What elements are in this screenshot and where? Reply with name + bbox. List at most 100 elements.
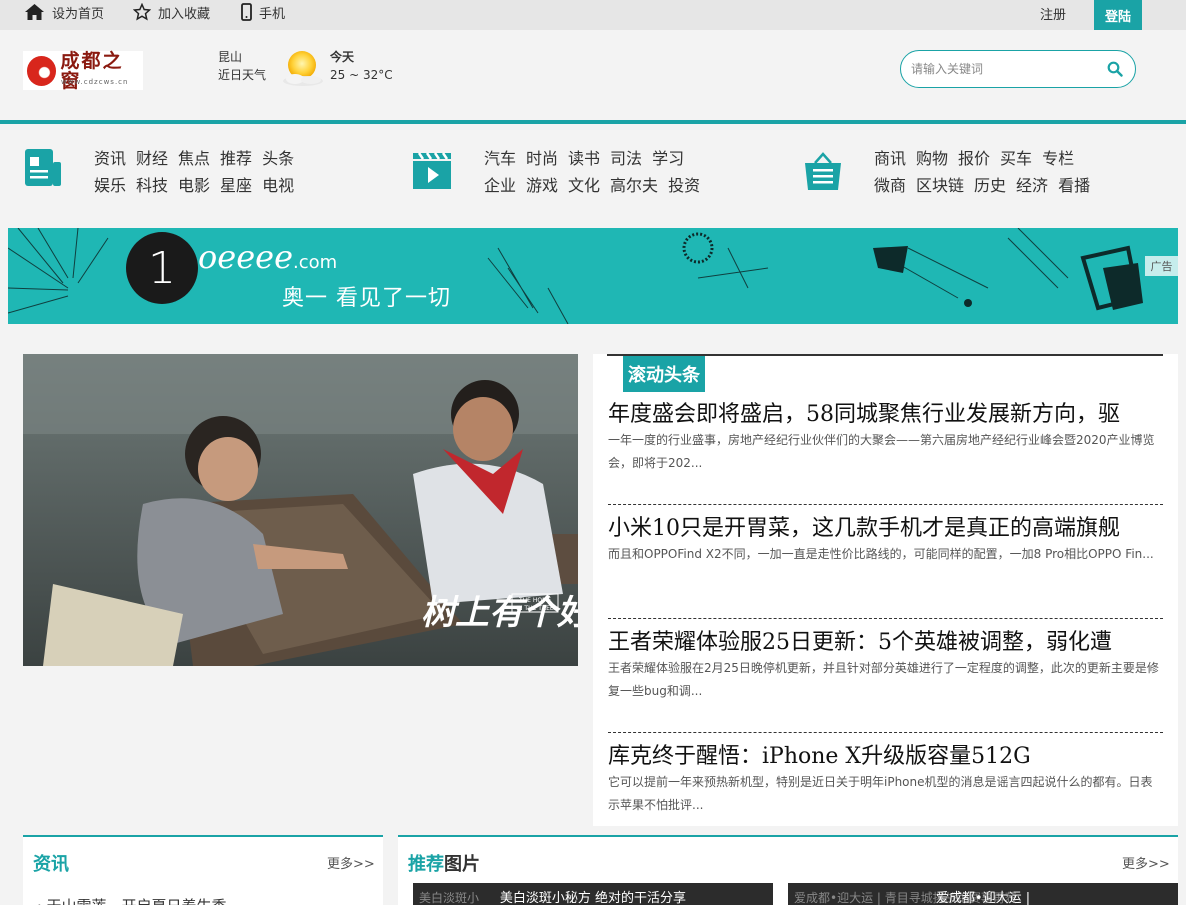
- nav-link[interactable]: 区块链: [916, 176, 964, 195]
- nav-link[interactable]: 报价: [958, 149, 990, 168]
- weather-today: 今天 25 ~ 32°C: [330, 48, 393, 84]
- mobile-phone-icon: [241, 3, 252, 21]
- nav-link[interactable]: 游戏: [526, 176, 558, 195]
- nav-group-1-row-1: 资讯 财经 焦点 推荐 头条: [94, 145, 304, 169]
- set-home-label: 设为首页: [52, 6, 105, 22]
- star-icon: [133, 3, 151, 21]
- header-divider: [0, 120, 1186, 124]
- weather-location: 昆山 近日天气: [218, 48, 266, 84]
- nav-link[interactable]: 经济: [1016, 176, 1048, 195]
- news-item[interactable]: 库克终于醒悟：iPhone X升级版容量512G 它可以提前一年来预热新机型，特…: [608, 744, 1163, 817]
- nav-group-2-row-2: 企业 游戏 文化 高尔夫 投资: [484, 172, 710, 196]
- nav-link[interactable]: 商讯: [874, 149, 906, 168]
- feature-photo: 树上有个好地方 THE HOME IN THE TREE: [23, 354, 578, 666]
- news-desc: 而且和OPPOFind X2不同，一加一直是走性价比路线的，可能同样的配置，一加…: [608, 547, 1154, 561]
- picture-card[interactable]: 美白淡斑小 美白淡斑小秘方 绝对的干活分享: [413, 883, 773, 905]
- nav-link[interactable]: 投资: [668, 176, 700, 195]
- nav-link[interactable]: 专栏: [1042, 149, 1074, 168]
- search-icon[interactable]: [1107, 61, 1123, 77]
- ad-number: 1: [126, 232, 198, 304]
- register-link[interactable]: 注册: [1040, 4, 1066, 23]
- search-input[interactable]: [911, 60, 1091, 78]
- nav-link[interactable]: 头条: [262, 149, 294, 168]
- weather-temp: 25 ~ 32°C: [330, 68, 393, 82]
- nav-link[interactable]: 司法: [610, 149, 642, 168]
- news-icon: [25, 149, 61, 186]
- news-more-link[interactable]: 更多>>: [327, 853, 375, 872]
- pictures-more-link[interactable]: 更多>>: [1122, 853, 1170, 872]
- news-divider: [608, 618, 1163, 619]
- news-title[interactable]: 王者荣耀体验服25日更新：5个英雄被调整，弱化遭: [608, 630, 1163, 655]
- set-home-link[interactable]: 设为首页: [24, 0, 104, 24]
- nav-link[interactable]: 汽车: [484, 149, 516, 168]
- pictures-section-title[interactable]: 推荐图片: [408, 850, 480, 876]
- nav-link[interactable]: 科技: [136, 176, 168, 195]
- news-desc: 王者荣耀体验服在2月25日晚停机更新，并且针对部分英雄进行了一定程度的调整，此次…: [608, 661, 1159, 698]
- weather-city: 昆山: [218, 50, 243, 64]
- feature-title-art: 树上有个好地方: [421, 593, 578, 633]
- mobile-link[interactable]: 手机: [241, 0, 285, 24]
- ad-slogan: 奥一 看见了一切: [282, 286, 451, 311]
- logo-url: www.cdzcws.cn: [61, 78, 129, 86]
- nav-link[interactable]: 娱乐: [94, 176, 126, 195]
- nav-link[interactable]: 微商: [874, 176, 906, 195]
- news-divider: [608, 732, 1163, 733]
- nav-link[interactable]: 星座: [220, 176, 252, 195]
- news-item[interactable]: 小米10只是开胃菜，这几款手机才是真正的高端旗舰 而且和OPPOFind X2不…: [608, 516, 1163, 566]
- picture-caption: 爱成都•迎大运 |: [935, 891, 1031, 905]
- ad-brand-suffix: .com: [293, 252, 338, 273]
- nav-group-3-row-1: 商讯 购物 报价 买车 专栏: [874, 145, 1084, 169]
- svg-text:IN THE TREE: IN THE TREE: [516, 605, 554, 612]
- search-box: [900, 50, 1136, 88]
- add-favorite-label: 加入收藏: [158, 6, 211, 22]
- ad-tag: 广告: [1145, 256, 1178, 276]
- news-item[interactable]: 王者荣耀体验服25日更新：5个英雄被调整，弱化遭 王者荣耀体验服在2月25日晚停…: [608, 630, 1163, 703]
- nav-link[interactable]: 电影: [178, 176, 210, 195]
- mobile-label: 手机: [259, 6, 286, 22]
- nav-link[interactable]: 时尚: [526, 149, 558, 168]
- news-title[interactable]: 小米10只是开胃菜，这几款手机才是真正的高端旗舰: [608, 516, 1163, 541]
- shopping-bag-icon: [805, 152, 841, 190]
- site-logo[interactable]: 成都之窗 www.cdzcws.cn: [23, 51, 143, 91]
- nav-link[interactable]: 财经: [136, 149, 168, 168]
- weather-day: 今天: [330, 50, 355, 64]
- picture-caption: 美白淡斑小秘方 绝对的干活分享: [499, 891, 687, 905]
- home-icon: [25, 4, 44, 20]
- nav-group-3-row-2: 微商 区块链 历史 经济 看播: [874, 172, 1100, 196]
- news-item[interactable]: 年度盛会即将盛启，58同城聚焦行业发展新方向，驱 一年一度的行业盛事，房地产经纪…: [608, 402, 1163, 475]
- nav-link[interactable]: 焦点: [178, 149, 210, 168]
- nav-link[interactable]: 资讯: [94, 149, 126, 168]
- pictures-section: 推荐图片 更多>> 美白淡斑小 美白淡斑小秘方 绝对的干活分享 爱成都•迎大运 …: [398, 835, 1178, 905]
- news-desc: 它可以提前一年来预热新机型，特别是近日关于明年iPhone机型的消息是谣言四起说…: [608, 775, 1153, 812]
- pictures-title-accent: 推荐: [408, 854, 444, 875]
- nav-link[interactable]: 推荐: [220, 149, 252, 168]
- nav-link[interactable]: 电视: [262, 176, 294, 195]
- nav-link[interactable]: 买车: [1000, 149, 1032, 168]
- video-icon: [413, 152, 451, 189]
- news-title[interactable]: 库克终于醒悟：iPhone X升级版容量512G: [608, 744, 1163, 769]
- sunny-icon: [283, 51, 323, 86]
- ad-banner[interactable]: 1 oeeee.com 奥一 看见了一切 广告: [8, 228, 1178, 324]
- nav-link[interactable]: 看播: [1058, 176, 1090, 195]
- nav-link[interactable]: 文化: [568, 176, 600, 195]
- ad-brand: oeeee.com: [198, 238, 337, 276]
- news-title[interactable]: 年度盛会即将盛启，58同城聚焦行业发展新方向，驱: [608, 402, 1163, 427]
- weather-recent-label: 近日天气: [218, 68, 267, 82]
- nav-group-2-row-1: 汽车 时尚 读书 司法 学习: [484, 145, 694, 169]
- pictures-title-rest: 图片: [444, 854, 480, 875]
- nav-link[interactable]: 学习: [652, 149, 684, 168]
- login-button[interactable]: 登陆: [1094, 0, 1142, 30]
- nav-link[interactable]: 历史: [974, 176, 1006, 195]
- feature-image[interactable]: 树上有个好地方 THE HOME IN THE TREE: [23, 354, 578, 666]
- nav-link[interactable]: 高尔夫: [610, 176, 658, 195]
- nav-link[interactable]: 购物: [916, 149, 948, 168]
- news-section-title[interactable]: 资讯: [33, 850, 69, 876]
- nav-link[interactable]: 企业: [484, 176, 516, 195]
- list-item[interactable]: · 天山雪莲，开启夏日养生季: [37, 895, 227, 905]
- add-favorite-link[interactable]: 加入收藏: [133, 0, 210, 24]
- rolling-headlines: 滚动头条 年度盛会即将盛启，58同城聚焦行业发展新方向，驱 一年一度的行业盛事，…: [593, 354, 1178, 826]
- news-desc: 一年一度的行业盛事，房地产经纪行业伙伴们的大聚会——第六届房地产经纪行业峰会暨2…: [608, 433, 1155, 470]
- nav-link[interactable]: 读书: [568, 149, 600, 168]
- headlines-tab[interactable]: 滚动头条: [623, 356, 705, 392]
- picture-card[interactable]: 爱成都•迎大运 | 青目寻城挑战跑赛事再获 爱成都•迎大运 |: [788, 883, 1178, 905]
